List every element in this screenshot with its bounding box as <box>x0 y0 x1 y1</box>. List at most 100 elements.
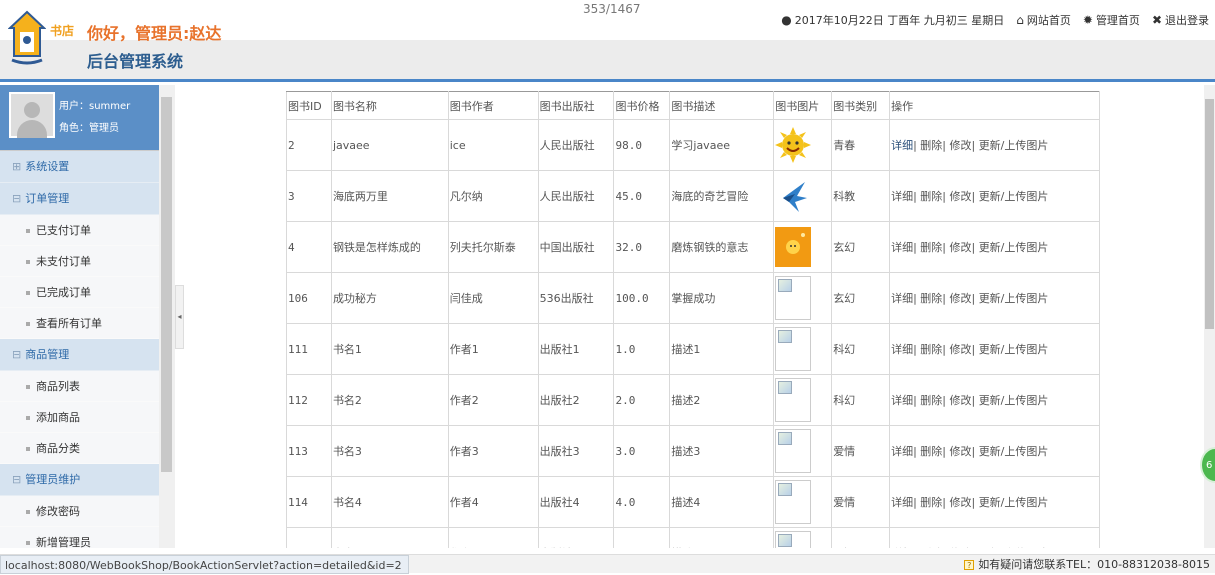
cell-price: 100.0 <box>613 272 671 324</box>
sidebar: 用户：summer 角色：管理员 ⊞ 系统设置 ⊟ 订单管理 已支付订单 未支付订单… <box>0 85 175 548</box>
menu-group-system[interactable]: ⊞ 系统设置 <box>0 151 175 183</box>
cell-price: 32.0 <box>613 221 671 273</box>
cell-operations: 详细| 删除| 修改| 更新/上传图片 <box>889 221 1100 273</box>
avatar-body <box>17 120 47 138</box>
bullet-icon <box>26 541 30 545</box>
menu-item-unpaid-orders[interactable]: 未支付订单 <box>0 246 175 277</box>
menu-group-admins[interactable]: ⊟ 管理员维护 <box>0 464 175 496</box>
menu-item-new-admin[interactable]: 新增管理员 <box>0 527 175 548</box>
cell-operations: 详细| 删除| 修改| 更新/上传图片 <box>889 272 1100 324</box>
menu-group-orders[interactable]: ⊟ 订单管理 <box>0 183 175 215</box>
menu-item-product-category[interactable]: 商品分类 <box>0 433 175 464</box>
sidebar-scroll-thumb[interactable] <box>161 97 172 472</box>
menu-item-add-product[interactable]: 添加商品 <box>0 402 175 433</box>
menu-group-label: 商品管理 <box>25 348 70 361</box>
table-header-row: 图书ID 图书名称 图书作者 图书出版社 图书价格 图书描述 图书图片 图书类别 操作 <box>286 91 1100 120</box>
cell-name: 成功秘方 <box>330 272 449 324</box>
menu-item-label: 查看所有订单 <box>36 317 102 330</box>
detail-link[interactable]: 详细 <box>891 445 913 458</box>
cell-id: 111 <box>286 323 332 375</box>
delete-link[interactable]: 删除 <box>920 139 942 152</box>
home-icon: ⌂ <box>1016 13 1024 27</box>
cell-name: javaee <box>330 119 449 171</box>
modify-link[interactable]: 修改 <box>949 394 971 407</box>
site-home-link[interactable]: ⌂ 网站首页 <box>1016 12 1071 28</box>
upload-image-link[interactable]: 更新/上传图片 <box>979 496 1049 509</box>
upload-image-link[interactable]: 更新/上传图片 <box>979 139 1049 152</box>
menu-item-change-password[interactable]: 修改密码 <box>0 496 175 527</box>
menu-group-label: 订单管理 <box>25 192 70 205</box>
cell-image <box>773 374 833 426</box>
upload-image-link[interactable]: 更新/上传图片 <box>979 394 1049 407</box>
table-row: 115书名5作者5出版社55.0描述5 悬疑详细| 删除| 修改| 更新/上传图片 <box>286 527 1100 548</box>
modify-link[interactable]: 修改 <box>949 445 971 458</box>
cell-id: 106 <box>286 272 332 324</box>
detail-link[interactable]: 详细 <box>891 292 913 305</box>
modify-link[interactable]: 修改 <box>949 241 971 254</box>
cell-operations: 详细| 删除| 修改| 更新/上传图片 <box>889 323 1100 375</box>
sidebar-collapse-handle[interactable]: ◂ <box>175 285 184 349</box>
delete-link[interactable]: 删除 <box>920 547 942 548</box>
broken-image-icon <box>775 276 812 320</box>
modify-link[interactable]: 修改 <box>949 292 971 305</box>
cell-image <box>773 527 833 548</box>
cell-name: 书名2 <box>330 374 449 426</box>
cell-id: 2 <box>286 119 332 171</box>
menu-item-label: 添加商品 <box>36 411 80 424</box>
detail-link[interactable]: 详细 <box>891 241 913 254</box>
delete-link[interactable]: 删除 <box>920 445 942 458</box>
user-name: 用户：summer <box>59 101 131 112</box>
sidebar-scrollbar[interactable] <box>159 85 175 548</box>
menu-group-products[interactable]: ⊟ 商品管理 <box>0 339 175 371</box>
detail-link[interactable]: 详细 <box>891 547 913 548</box>
logout-link[interactable]: ✖ 退出登录 <box>1152 12 1209 28</box>
cell-desc: 海底的奇艺冒险 <box>669 170 775 222</box>
menu-item-all-orders[interactable]: 查看所有订单 <box>0 308 175 339</box>
upload-image-link[interactable]: 更新/上传图片 <box>979 292 1049 305</box>
modify-link[interactable]: 修改 <box>949 496 971 509</box>
bullet-icon <box>26 260 30 264</box>
menu-item-label: 已完成订单 <box>36 286 91 299</box>
page-scroll-thumb[interactable] <box>1205 99 1214 329</box>
cell-image <box>773 119 833 171</box>
modify-link[interactable]: 修改 <box>949 139 971 152</box>
delete-link[interactable]: 删除 <box>920 496 942 509</box>
delete-link[interactable]: 删除 <box>920 343 942 356</box>
site-home-label: 网站首页 <box>1026 14 1071 27</box>
menu-item-product-list[interactable]: 商品列表 <box>0 371 175 402</box>
collapse-icon: ⊟ <box>12 192 22 205</box>
broken-image-icon <box>775 531 812 548</box>
modify-link[interactable]: 修改 <box>949 343 971 356</box>
detail-link[interactable]: 详细 <box>891 343 913 356</box>
menu-item-completed-orders[interactable]: 已完成订单 <box>0 277 175 308</box>
table-row: 3 海底两万里 凡尔纳 人民出版社 45.0 海底的奇艺冒险 科教 详细| 删除| 修改| 更… <box>286 170 1100 222</box>
modify-link[interactable]: 修改 <box>949 547 971 548</box>
delete-link[interactable]: 删除 <box>920 292 942 305</box>
detail-link[interactable]: 详细 <box>891 394 913 407</box>
bullet-icon <box>26 229 30 233</box>
modify-link[interactable]: 修改 <box>949 190 971 203</box>
cell-name: 书名3 <box>330 425 449 477</box>
detail-link[interactable]: 详细 <box>891 496 913 509</box>
detail-link[interactable]: 详细 <box>891 190 913 203</box>
delete-link[interactable]: 删除 <box>920 394 942 407</box>
avatar <box>9 92 55 138</box>
upload-image-link[interactable]: 更新/上传图片 <box>979 241 1049 254</box>
bookstore-logo-icon <box>8 10 46 65</box>
cell-price: 5.0 <box>613 527 671 548</box>
cell-id: 112 <box>286 374 332 426</box>
bullet-icon <box>26 510 30 514</box>
upload-image-link[interactable]: 更新/上传图片 <box>979 547 1049 548</box>
upload-image-link[interactable]: 更新/上传图片 <box>979 343 1049 356</box>
menu-item-paid-orders[interactable]: 已支付订单 <box>0 215 175 246</box>
detail-link[interactable]: 详细 <box>891 139 913 152</box>
delete-link[interactable]: 删除 <box>920 190 942 203</box>
status-url: localhost:8080/WebBookShop/BookActionSer… <box>0 555 409 574</box>
bullet-icon <box>26 322 30 326</box>
delete-link[interactable]: 删除 <box>920 241 942 254</box>
upload-image-link[interactable]: 更新/上传图片 <box>979 190 1049 203</box>
bullet-icon <box>26 447 30 451</box>
upload-image-link[interactable]: 更新/上传图片 <box>979 445 1049 458</box>
cell-author: ice <box>447 119 539 171</box>
admin-home-link[interactable]: ✹ 管理首页 <box>1083 12 1140 28</box>
